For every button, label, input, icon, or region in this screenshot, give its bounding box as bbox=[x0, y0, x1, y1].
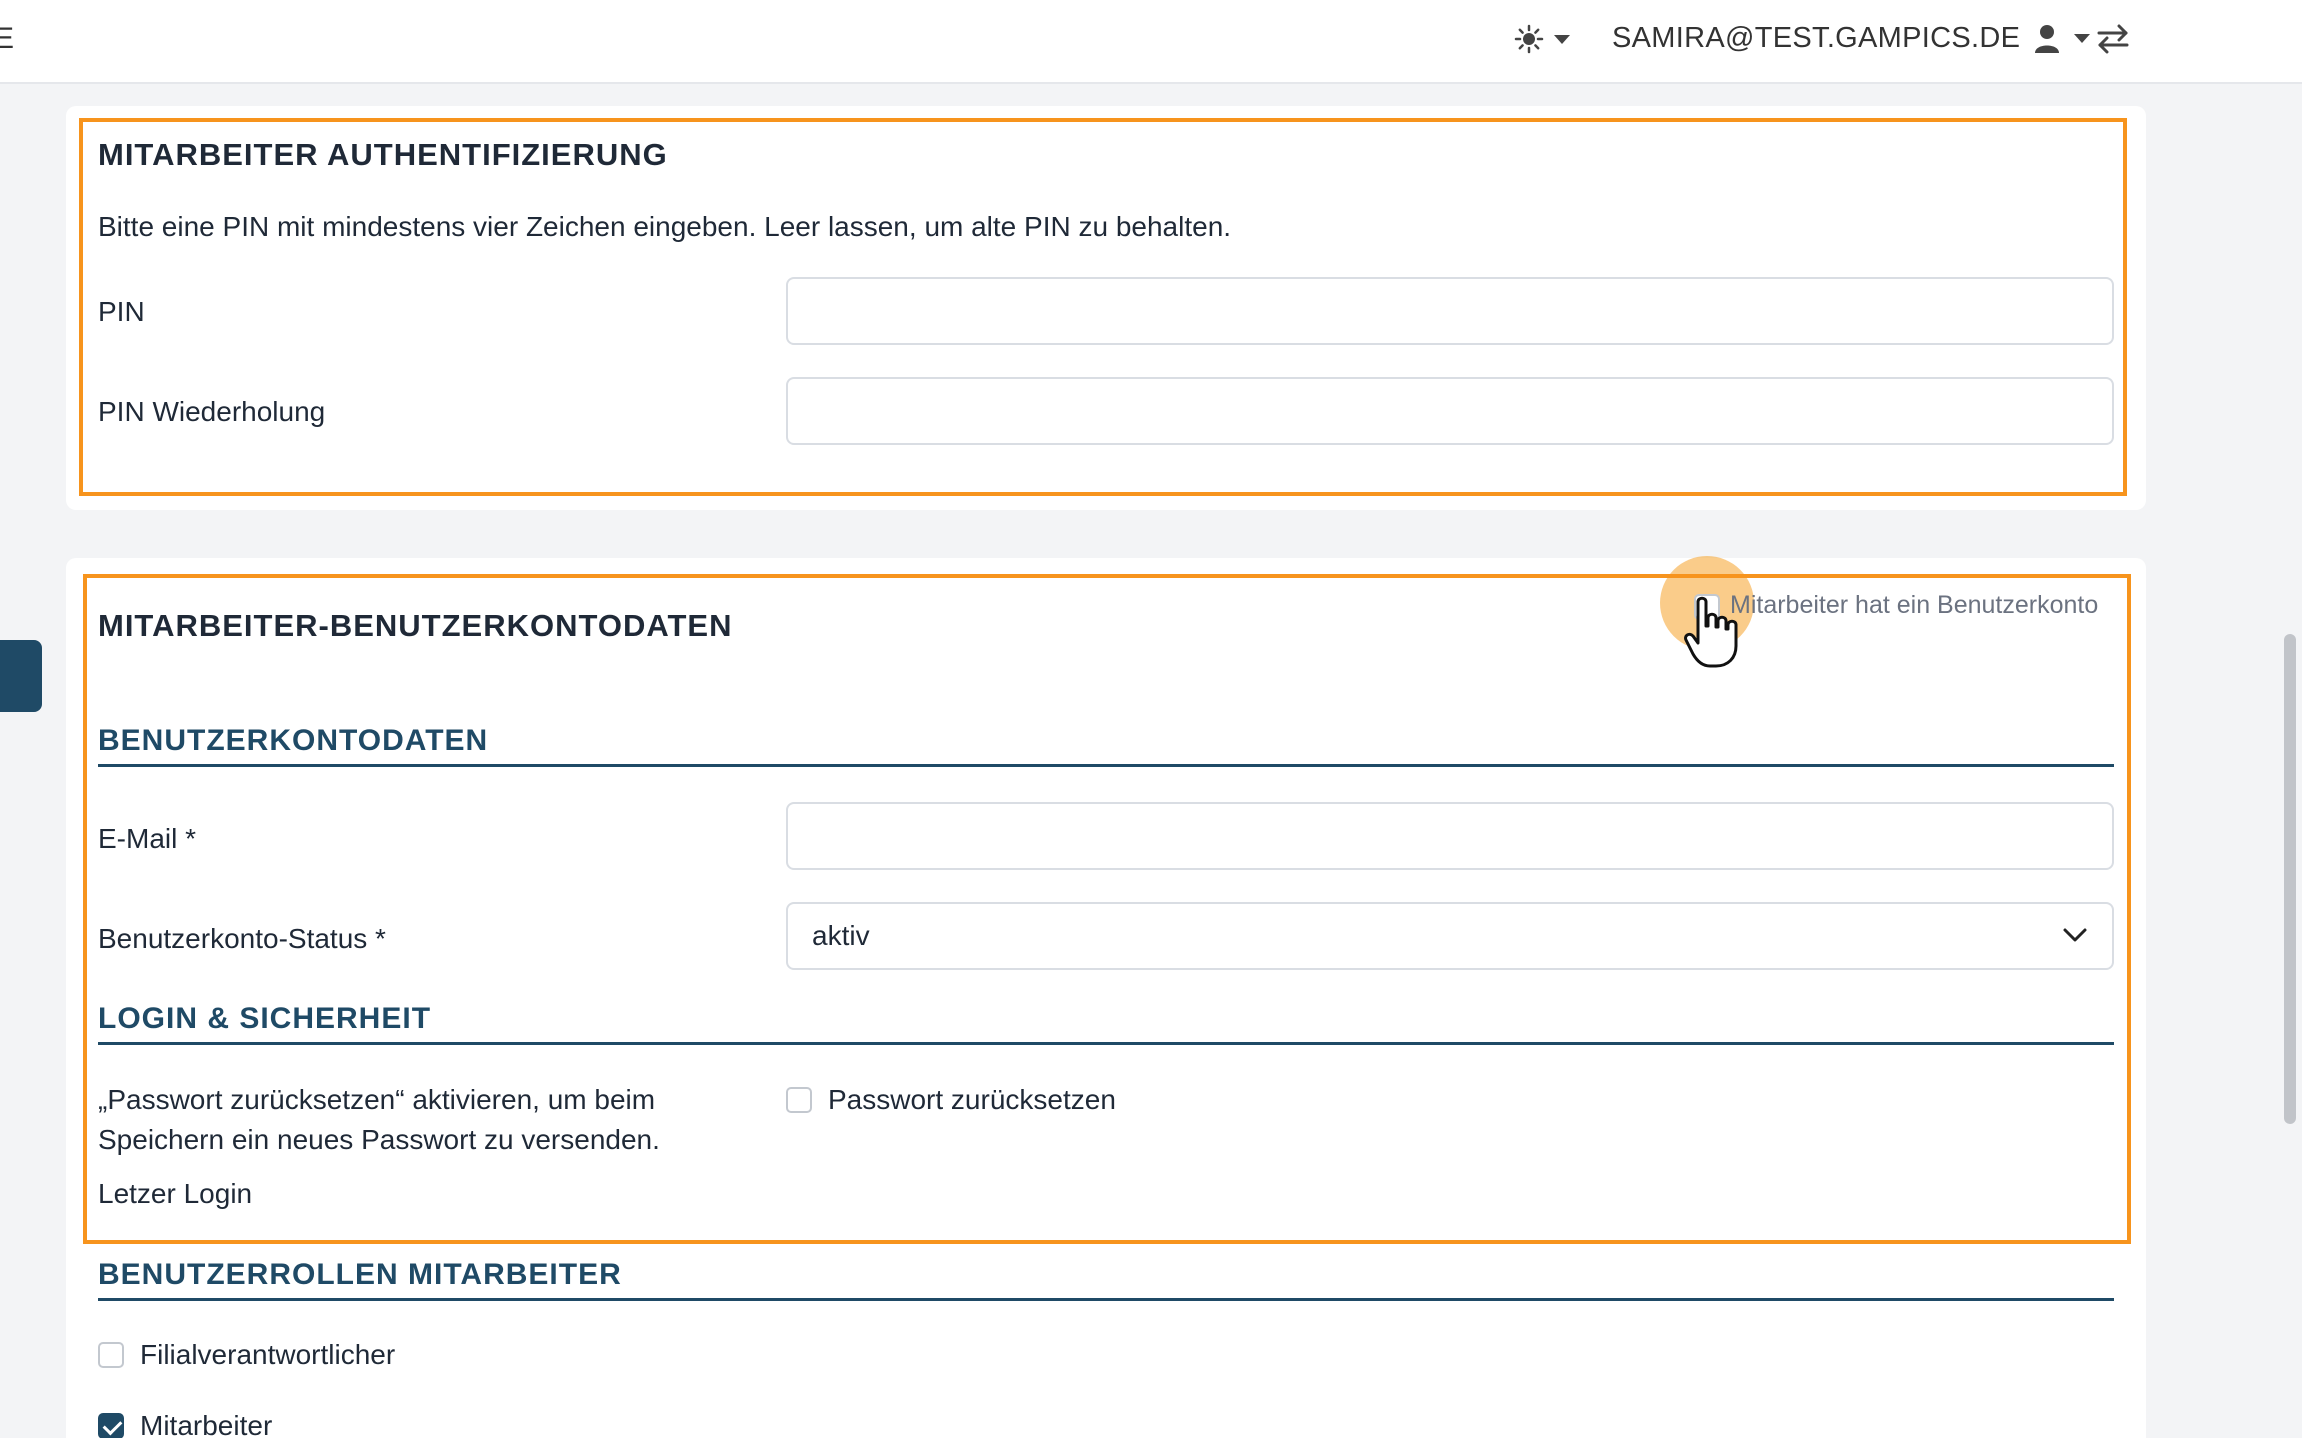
user-icon bbox=[2035, 24, 2060, 53]
pin-label: PIN bbox=[98, 296, 145, 327]
account-card-title: MITARBEITER-BENUTZERKONTODATEN bbox=[98, 608, 733, 643]
user-menu[interactable]: SAMIRA@TEST.GAMPICS.DE bbox=[1612, 22, 2091, 55]
role-checkbox-filialverantwortlicher[interactable] bbox=[98, 1342, 124, 1368]
section-account-data: BENUTZERKONTODATEN bbox=[98, 724, 2114, 767]
last-login-label: Letzer Login bbox=[98, 1178, 253, 1209]
pin-repeat-label: PIN Wiederholung bbox=[98, 396, 326, 427]
role-label-filialverantwortlicher[interactable]: Filialverantwortlicher bbox=[140, 1339, 395, 1371]
role-checkbox-mitarbeiter[interactable] bbox=[98, 1413, 124, 1438]
chevron-down-icon bbox=[2074, 34, 2091, 43]
reset-password-label[interactable]: Passwort zurücksetzen bbox=[828, 1084, 1116, 1116]
role-label-mitarbeiter[interactable]: Mitarbeiter bbox=[140, 1410, 272, 1438]
scrollbar[interactable] bbox=[2278, 84, 2302, 1438]
reset-help-line-2: Speichern ein neues Passwort zu versende… bbox=[98, 1124, 660, 1155]
swap-arrows-icon bbox=[2097, 24, 2129, 54]
section-user-roles: BENUTZERROLLEN MITARBEITER bbox=[98, 1258, 2114, 1301]
email-input[interactable] bbox=[786, 802, 2114, 870]
switch-button[interactable] bbox=[2096, 24, 2130, 59]
chevron-down-icon bbox=[2063, 928, 2087, 942]
status-selected-value: aktiv bbox=[812, 920, 870, 951]
has-account-label[interactable]: Mitarbeiter hat ein Benutzerkonto bbox=[1730, 591, 2098, 620]
top-bar: E SAMIRA@TEST.GAMPICS.DE bbox=[0, 0, 2302, 84]
reset-help-line-1: „Passwort zurücksetzen“ aktivieren, um b… bbox=[98, 1084, 656, 1115]
theme-toggle[interactable] bbox=[1514, 24, 1570, 54]
email-label: E-Mail * bbox=[98, 823, 197, 854]
pin-help-text: Bitte eine PIN mit mindestens vier Zeich… bbox=[98, 211, 1232, 242]
hand-cursor-icon bbox=[1684, 596, 1738, 668]
sun-icon bbox=[1514, 24, 1544, 54]
pin-repeat-input[interactable] bbox=[786, 377, 2114, 445]
sidebar-toggle-tab[interactable] bbox=[0, 640, 42, 712]
chevron-down-icon bbox=[1554, 34, 1570, 44]
user-email: SAMIRA@TEST.GAMPICS.DE bbox=[1612, 22, 2021, 54]
auth-card-title: MITARBEITER AUTHENTIFIZIERUNG bbox=[98, 137, 668, 172]
status-select[interactable]: aktiv bbox=[786, 902, 2114, 970]
pin-input[interactable] bbox=[786, 277, 2114, 345]
scrollbar-thumb[interactable] bbox=[2284, 634, 2296, 1124]
brand-fragment: E bbox=[0, 22, 15, 55]
reset-password-checkbox[interactable] bbox=[786, 1087, 812, 1113]
section-login-security: LOGIN & SICHERHEIT bbox=[98, 1002, 2114, 1045]
account-card bbox=[66, 558, 2146, 1438]
status-label: Benutzerkonto-Status * bbox=[98, 923, 386, 954]
